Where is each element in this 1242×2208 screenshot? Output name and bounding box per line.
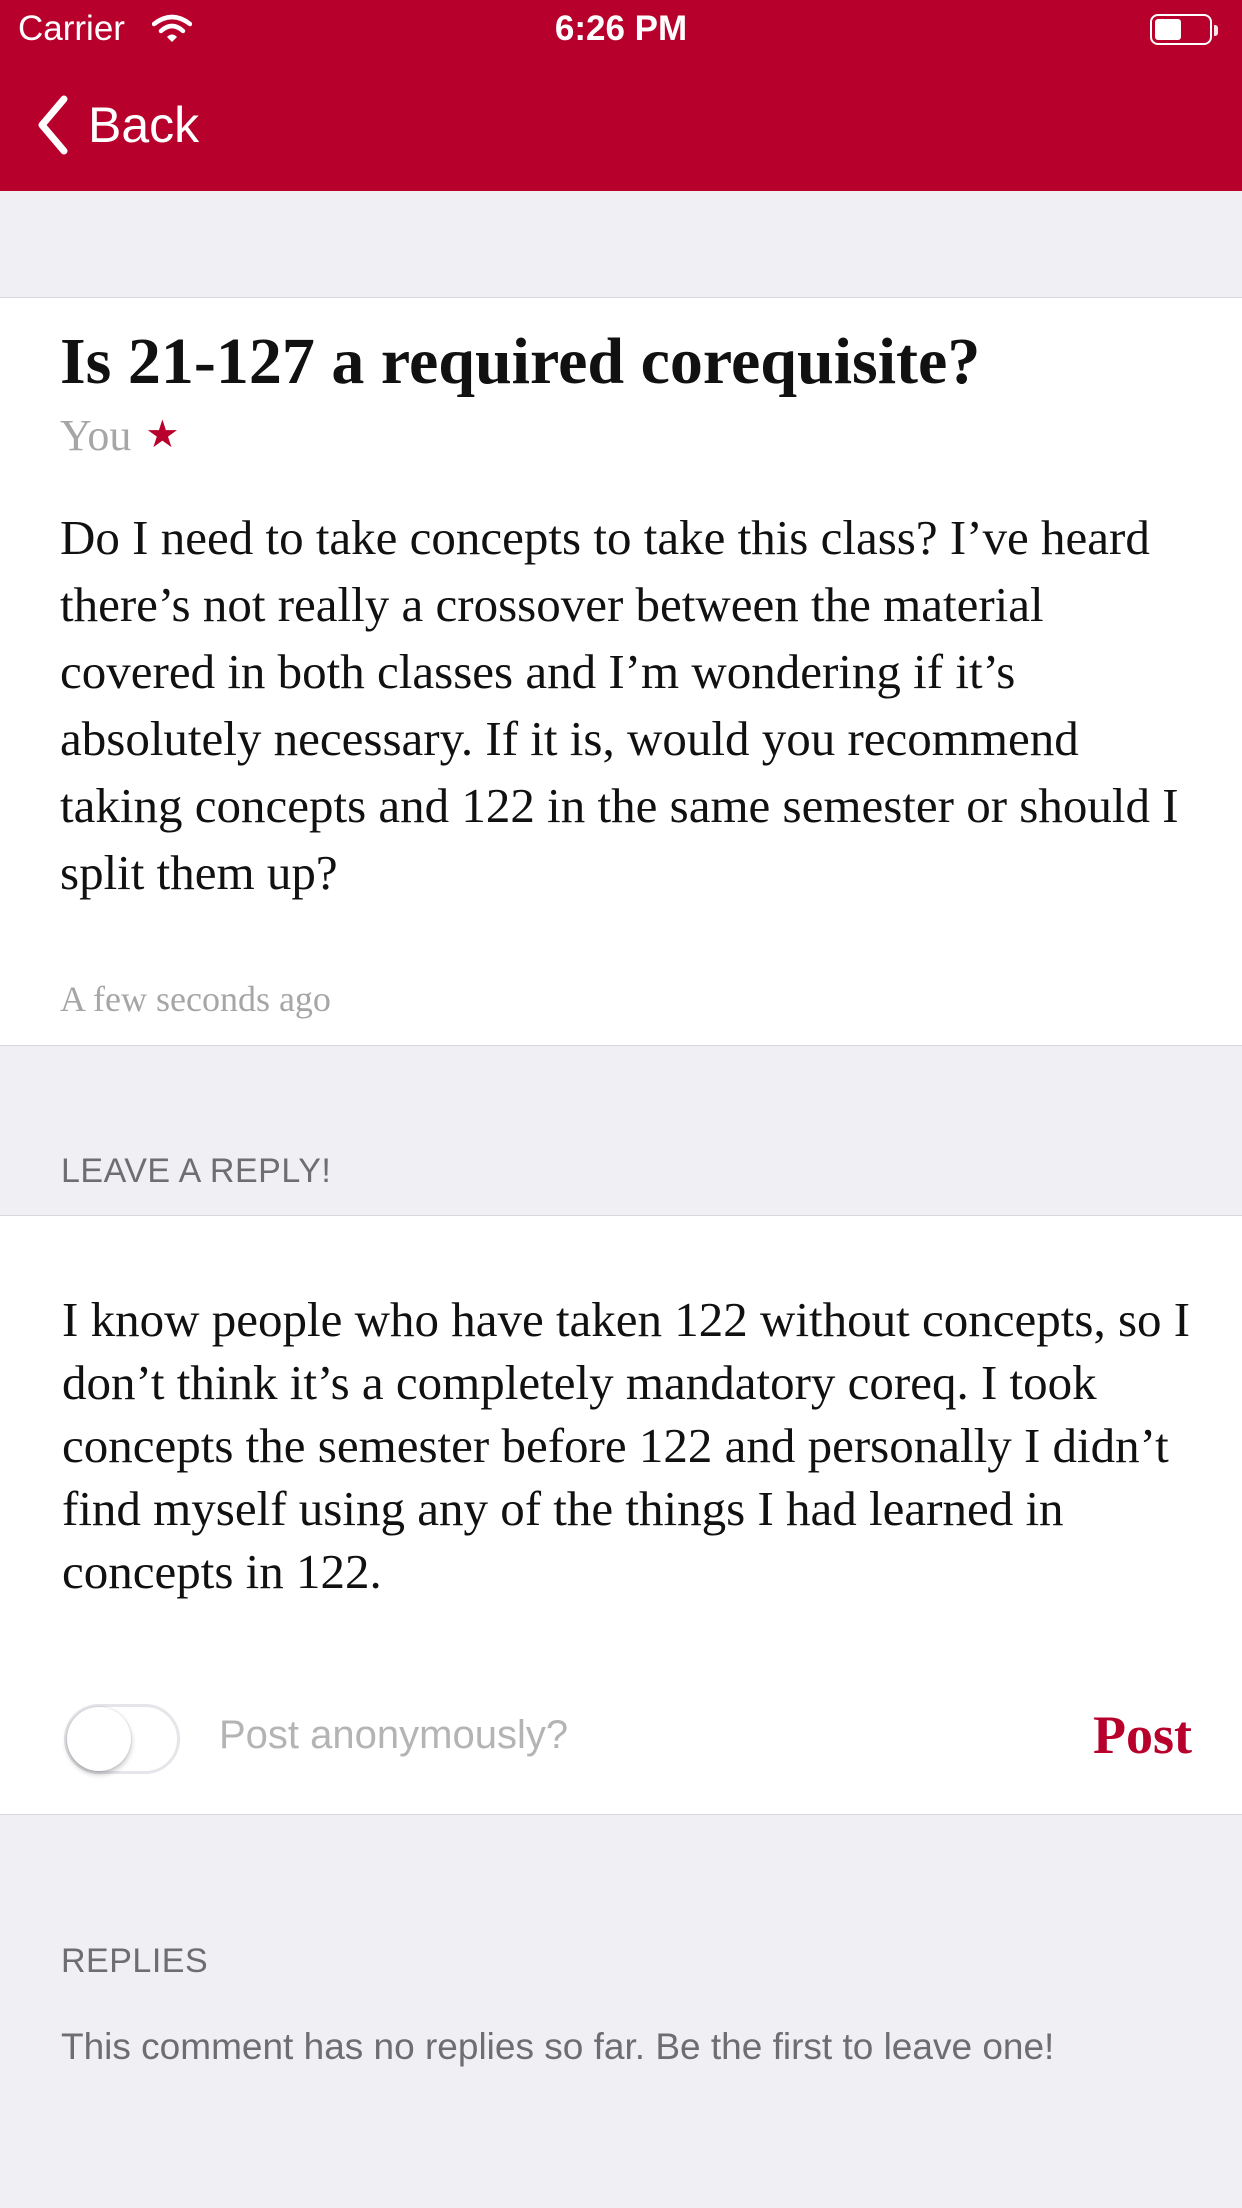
question-timestamp: A few seconds ago xyxy=(60,979,331,1019)
post-button[interactable]: Post xyxy=(1093,1704,1192,1766)
chevron-left-icon xyxy=(38,95,68,155)
back-label: Back xyxy=(88,97,200,153)
question-author: You ★ xyxy=(60,410,179,461)
battery-icon xyxy=(1150,14,1218,47)
star-icon: ★ xyxy=(145,414,180,456)
app-header: Carrier 6:26 PM Back xyxy=(0,0,1242,191)
leave-reply-header: LEAVE A REPLY! xyxy=(61,1152,332,1190)
question-title: Is 21-127 a required corequisite? xyxy=(60,325,981,398)
anonymous-toggle[interactable] xyxy=(64,1704,180,1774)
toggle-knob xyxy=(67,1707,131,1771)
question-card: Is 21-127 a required corequisite? You ★ D… xyxy=(0,297,1242,1046)
question-body: Do I need to take concepts to take this … xyxy=(60,510,1179,900)
clock: 6:26 PM xyxy=(554,9,688,48)
back-button[interactable]: Back xyxy=(34,90,199,160)
status-bar: Carrier 6:26 PM xyxy=(0,0,1242,62)
replies-header: REPLIES xyxy=(61,1942,209,1980)
reply-card: I know people who have taken 122 without… xyxy=(0,1215,1242,1815)
no-replies-message: This comment has no replies so far. Be t… xyxy=(61,2026,1055,2067)
anonymous-label: Post anonymously? xyxy=(219,1713,569,1757)
author-name: You xyxy=(60,411,132,460)
reply-text-input[interactable]: I know people who have taken 122 without… xyxy=(62,1288,1212,1603)
